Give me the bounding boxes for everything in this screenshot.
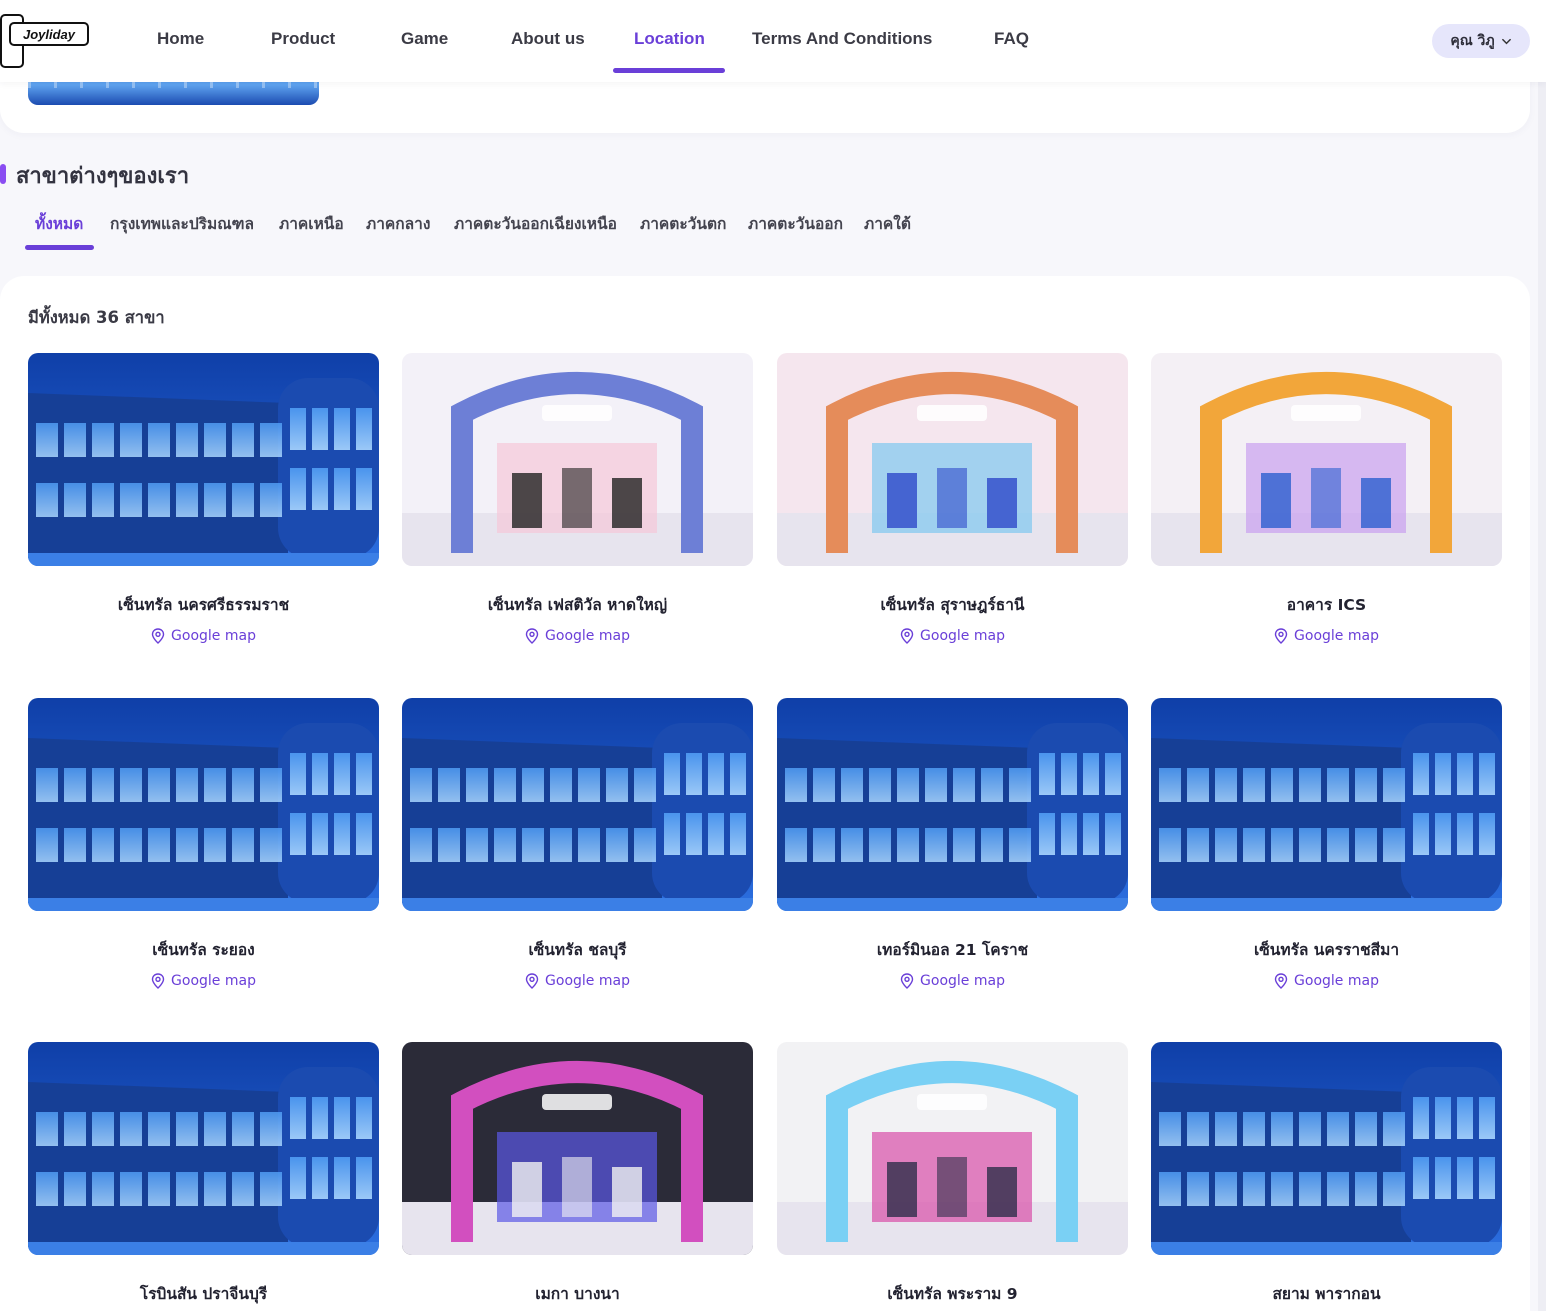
branch-card[interactable]: เซ็นทรัล สุราษฎร์ธานี Google map xyxy=(777,353,1128,673)
branch-photo[interactable] xyxy=(1151,1042,1502,1255)
branch-name: เมกา บางนา xyxy=(535,1285,620,1303)
branch-photo[interactable] xyxy=(28,698,379,911)
branch-name: สยาม พารากอน xyxy=(1272,1285,1381,1303)
branch-card[interactable]: เซ็นทรัล นครราชสีมา Google map xyxy=(1151,698,1502,1018)
google-map-link[interactable]: Google map xyxy=(402,973,753,989)
branch-photo[interactable] xyxy=(777,698,1128,911)
nav-game[interactable]: Game xyxy=(401,29,448,49)
map-pin-icon xyxy=(1274,973,1288,989)
branch-name: เซ็นทรัล สุราษฎร์ธานี xyxy=(880,596,1025,614)
branch-card[interactable]: อาคาร ICS Google map xyxy=(1151,353,1502,673)
branch-photo[interactable] xyxy=(402,698,753,911)
google-map-link[interactable]: Google map xyxy=(28,628,379,644)
map-pin-icon xyxy=(151,628,165,644)
google-map-link[interactable]: Google map xyxy=(1151,973,1502,989)
google-map-label: Google map xyxy=(545,973,630,989)
section-accent-bar xyxy=(0,164,6,184)
tab-east[interactable]: ภาคตะวันออก xyxy=(748,211,843,236)
google-map-link[interactable]: Google map xyxy=(402,628,753,644)
google-map-label: Google map xyxy=(1294,973,1379,989)
branch-photo[interactable] xyxy=(1151,698,1502,911)
user-menu-button[interactable]: คุณ วิภู xyxy=(1432,24,1530,58)
joyliday-logo[interactable]: Joyliday xyxy=(0,13,92,69)
map-pin-icon xyxy=(525,973,539,989)
branch-card[interactable]: เซ็นทรัล นครศรีธรรมราช Google map xyxy=(28,353,379,673)
map-pin-icon xyxy=(900,628,914,644)
nav-faq[interactable]: FAQ xyxy=(994,29,1029,49)
tab-south[interactable]: ภาคใต้ xyxy=(864,211,911,236)
google-map-link[interactable]: Google map xyxy=(777,973,1128,989)
branch-photo[interactable] xyxy=(1151,353,1502,566)
tab-northeast[interactable]: ภาคตะวันออกเฉียงเหนือ xyxy=(454,211,617,236)
page-scrollbar[interactable] xyxy=(1538,82,1546,1311)
google-map-label: Google map xyxy=(1294,628,1379,644)
logo-text: Joyliday xyxy=(23,27,76,42)
map-pin-icon xyxy=(1274,628,1288,644)
branch-photo[interactable] xyxy=(777,1042,1128,1255)
google-map-link[interactable]: Google map xyxy=(28,973,379,989)
branch-name: เซ็นทรัล เฟสติวัล หาดใหญ่ xyxy=(487,596,668,614)
branch-photo[interactable] xyxy=(402,353,753,566)
branch-card[interactable]: เซ็นทรัล พระราม 9Google map xyxy=(777,1042,1128,1311)
branch-name: เซ็นทรัล ชลบุรี xyxy=(528,941,627,959)
nav-home[interactable]: Home xyxy=(157,29,204,49)
branch-name: เซ็นทรัล ระยอง xyxy=(152,941,255,959)
branch-name: โรบินสัน ปราจีนบุรี xyxy=(139,1285,268,1303)
tab-west[interactable]: ภาคตะวันตก xyxy=(640,211,726,236)
branch-photo[interactable] xyxy=(28,1042,379,1255)
user-name: คุณ วิภู xyxy=(1450,33,1495,49)
nav-location[interactable]: Location xyxy=(634,29,705,49)
tab-bangkok[interactable]: กรุงเทพและปริมณฑล xyxy=(110,211,254,236)
google-map-label: Google map xyxy=(171,973,256,989)
branch-card[interactable]: สยาม พารากอนGoogle map xyxy=(1151,1042,1502,1311)
branch-card[interactable]: เซ็นทรัล ระยอง Google map xyxy=(28,698,379,1018)
branch-name: อาคาร ICS xyxy=(1286,596,1367,614)
branch-photo[interactable] xyxy=(402,1042,753,1255)
google-map-label: Google map xyxy=(171,628,256,644)
tab-central[interactable]: ภาคกลาง xyxy=(366,211,430,236)
map-pin-icon xyxy=(900,973,914,989)
branch-card[interactable]: โรบินสัน ปราจีนบุรีGoogle map xyxy=(28,1042,379,1311)
nav-product[interactable]: Product xyxy=(271,29,335,49)
branch-card[interactable]: เซ็นทรัล เฟสติวัล หาดใหญ่ Google map xyxy=(402,353,753,673)
branch-photo[interactable] xyxy=(777,353,1128,566)
branch-count: มีทั้งหมด 36 สาขา xyxy=(28,308,165,327)
section-title: สาขาต่างๆของเรา xyxy=(16,164,190,189)
branch-photo[interactable] xyxy=(28,353,379,566)
map-pin-icon xyxy=(525,628,539,644)
google-map-label: Google map xyxy=(920,628,1005,644)
tab-active-indicator xyxy=(25,245,94,250)
branch-card[interactable]: เมกา บางนาGoogle map xyxy=(402,1042,753,1311)
chevron-down-icon xyxy=(1501,38,1511,44)
map-pin-icon xyxy=(151,973,165,989)
google-map-label: Google map xyxy=(545,628,630,644)
site-header: Joyliday Home Product Game About us Loca… xyxy=(0,0,1546,82)
branch-name: เซ็นทรัล พระราม 9 xyxy=(887,1285,1018,1303)
google-map-label: Google map xyxy=(920,973,1005,989)
nav-about-us[interactable]: About us xyxy=(511,29,585,49)
tab-all[interactable]: ทั้งหมด xyxy=(35,211,83,236)
google-map-link[interactable]: Google map xyxy=(1151,628,1502,644)
branch-name: เทอร์มินอล 21 โคราช xyxy=(876,941,1029,959)
nav-terms[interactable]: Terms And Conditions xyxy=(752,29,932,49)
branch-card[interactable]: เซ็นทรัล ชลบุรี Google map xyxy=(402,698,753,1018)
branch-name: เซ็นทรัล นครศรีธรรมราช xyxy=(117,596,290,614)
google-map-link[interactable]: Google map xyxy=(777,628,1128,644)
branch-name: เซ็นทรัล นครราชสีมา xyxy=(1253,941,1400,959)
tab-north[interactable]: ภาคเหนือ xyxy=(279,211,344,236)
nav-active-indicator xyxy=(613,68,725,73)
branch-card[interactable]: เทอร์มินอล 21 โคราช Google map xyxy=(777,698,1128,1018)
